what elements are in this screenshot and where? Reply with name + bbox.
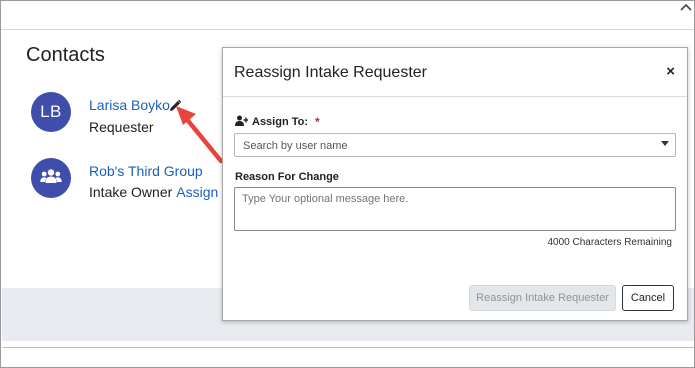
top-divider bbox=[1, 29, 694, 30]
bottom-divider bbox=[2, 347, 694, 348]
caret-down-icon bbox=[661, 140, 669, 149]
avatar: LB bbox=[31, 92, 71, 132]
dialog-title: Reassign Intake Requester bbox=[234, 64, 427, 81]
assign-user-select[interactable]: Search by user name bbox=[234, 133, 676, 157]
reason-textarea[interactable] bbox=[234, 187, 676, 231]
contact-role-row: Intake Owner Assign T bbox=[89, 184, 230, 200]
chevron-up-icon[interactable] bbox=[680, 0, 692, 15]
close-icon[interactable]: × bbox=[666, 63, 675, 80]
contacts-title: Contacts bbox=[26, 44, 105, 66]
contact-role: Requester bbox=[89, 119, 154, 135]
reassign-button[interactable]: Reassign Intake Requester bbox=[469, 285, 616, 311]
group-icon bbox=[40, 168, 62, 189]
page-frame: Contacts LB Larisa Boyko Requester Rob's… bbox=[0, 0, 695, 368]
assign-to-text: Assign To: bbox=[252, 116, 309, 128]
select-placeholder: Search by user name bbox=[243, 140, 348, 152]
dialog-divider bbox=[223, 96, 687, 97]
cancel-button[interactable]: Cancel bbox=[622, 285, 674, 311]
assign-to-label: Assign To: * bbox=[235, 115, 320, 129]
reason-label: Reason For Change bbox=[235, 171, 339, 183]
required-marker: * bbox=[315, 115, 320, 129]
contact-name-link[interactable]: Larisa Boyko bbox=[89, 97, 170, 113]
avatar bbox=[31, 158, 71, 198]
contact-role: Intake Owner bbox=[89, 184, 173, 200]
user-plus-icon bbox=[235, 115, 249, 129]
characters-remaining: 4000 Characters Remaining bbox=[547, 237, 672, 248]
reassign-dialog: Reassign Intake Requester × Assign To: *… bbox=[222, 47, 688, 321]
